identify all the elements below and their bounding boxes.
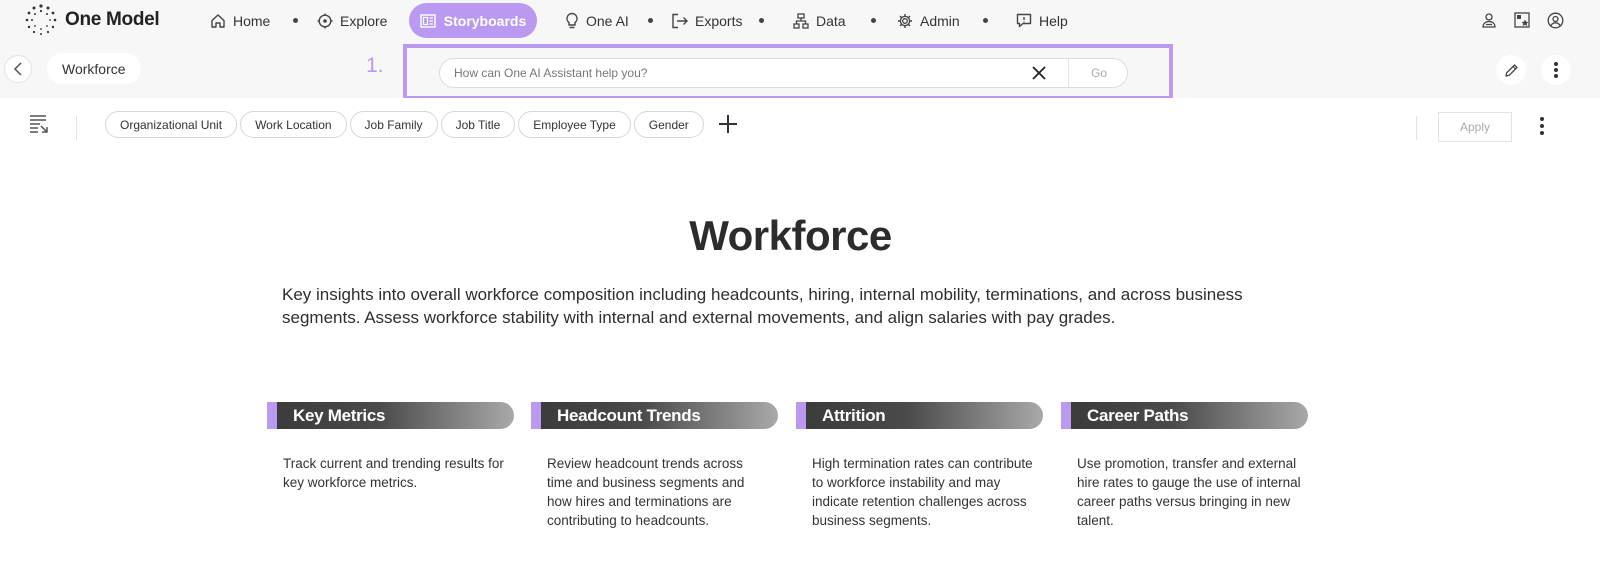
storyboard-icon (420, 13, 436, 28)
card-header: Career Paths (1061, 402, 1308, 429)
nav-one-ai[interactable]: One AI (565, 0, 629, 41)
more-vertical-icon[interactable] (1539, 116, 1545, 136)
data-icon (793, 12, 809, 29)
card-title: Career Paths (1087, 406, 1189, 425)
nav-separator (983, 18, 988, 23)
filter-bar: Organizational Unit Work Location Job Fa… (0, 98, 1600, 154)
nav-exports[interactable]: Exports (671, 0, 742, 41)
card-title: Key Metrics (293, 406, 386, 425)
filter-chip-work-location[interactable]: Work Location (240, 111, 347, 138)
step-marker: 1. (366, 54, 384, 77)
user-switch-icon[interactable] (1479, 10, 1499, 30)
nav-exports-label: Exports (695, 12, 743, 29)
card-accent (796, 402, 806, 429)
card-title: Headcount Trends (557, 406, 701, 425)
page-title: Workforce (689, 212, 892, 259)
close-icon[interactable] (1030, 64, 1048, 82)
nav-data-label: Data (816, 12, 846, 29)
gear-icon (898, 13, 912, 28)
edit-button[interactable] (1496, 55, 1526, 85)
ai-assistant-search: Go (439, 58, 1128, 88)
go-button[interactable]: Go (1070, 59, 1128, 87)
more-options-button[interactable] (1541, 55, 1571, 85)
page-intro: Key insights into overall workforce comp… (282, 285, 1243, 327)
more-vertical-icon (1554, 62, 1558, 78)
section-card-career-paths[interactable]: Career Paths Use promotion, transfer and… (1061, 402, 1308, 530)
compass-icon (317, 13, 333, 28)
filter-list-icon[interactable] (29, 114, 49, 134)
storyboard-header-bar: Workforce 1. Go (0, 41, 1600, 100)
ai-assistant-input[interactable] (454, 59, 1014, 87)
nav-data[interactable]: Data (793, 0, 846, 41)
filter-chip-job-title[interactable]: Job Title (440, 111, 516, 138)
filter-chip-job-family[interactable]: Job Family (349, 111, 438, 138)
nav-separator (648, 18, 653, 23)
card-header: Headcount Trends (531, 402, 778, 429)
card-description: High termination rates can contribute to… (812, 456, 1033, 528)
card-title: Attrition (822, 406, 886, 425)
help-icon (1016, 13, 1032, 28)
card-description: Track current and trending results for k… (283, 456, 504, 490)
card-header: Attrition (796, 402, 1043, 429)
top-navigation: One Model Home Explore Storyboards One A… (0, 0, 1600, 41)
back-button[interactable] (4, 55, 32, 83)
nav-storyboards-label: Storyboards (443, 12, 527, 29)
apply-button[interactable]: Apply (1438, 112, 1512, 142)
nav-admin[interactable]: Admin (897, 0, 960, 41)
logo-text: One Model (65, 9, 160, 30)
add-filter-icon[interactable] (716, 112, 740, 136)
section-card-attrition[interactable]: Attrition High termination rates can con… (796, 402, 1043, 530)
ai-divider (1068, 59, 1069, 87)
home-icon (211, 13, 225, 28)
nav-home[interactable]: Home (210, 0, 270, 41)
logo[interactable]: One Model (24, 3, 160, 37)
filter-chip-organizational-unit[interactable]: Organizational Unit (105, 111, 238, 138)
nav-separator (871, 18, 876, 23)
logo-icon (25, 4, 57, 35)
nav-separator (293, 18, 298, 23)
section-card-headcount-trends[interactable]: Headcount Trends Review headcount trends… (531, 402, 778, 530)
nav-explore[interactable]: Explore (317, 0, 387, 41)
nav-explore-label: Explore (340, 12, 388, 29)
chevron-left-icon (13, 62, 22, 76)
nav-separator (759, 18, 764, 23)
card-description: Use promotion, transfer and external hir… (1077, 456, 1301, 528)
favorites-icon[interactable] (1512, 10, 1532, 30)
nav-help-label: Help (1039, 12, 1068, 29)
pencil-icon (1504, 63, 1518, 77)
breadcrumb[interactable]: Workforce (47, 53, 141, 84)
card-accent (531, 402, 541, 429)
filter-divider (76, 116, 77, 140)
card-description: Review headcount trends across time and … (547, 456, 745, 528)
profile-icon[interactable] (1545, 10, 1565, 30)
filter-divider (1416, 116, 1417, 140)
card-header: Key Metrics (267, 402, 514, 429)
filter-chip-gender[interactable]: Gender (633, 111, 704, 138)
nav-admin-label: Admin (920, 12, 960, 29)
card-accent (267, 402, 277, 429)
nav-storyboards[interactable]: Storyboards (409, 3, 537, 38)
filter-chip-employee-type[interactable]: Employee Type (518, 111, 631, 138)
nav-home-label: Home (233, 12, 271, 29)
section-card-key-metrics[interactable]: Key Metrics Track current and trending r… (267, 402, 514, 492)
filter-chips: Organizational Unit Work Location Job Fa… (105, 111, 704, 138)
ai-assistant-highlight: Go (403, 44, 1173, 100)
nav-help[interactable]: Help (1016, 0, 1068, 41)
card-accent (1061, 402, 1071, 429)
lightbulb-icon (566, 12, 578, 29)
export-icon (672, 13, 688, 28)
nav-one-ai-label: One AI (586, 12, 629, 29)
